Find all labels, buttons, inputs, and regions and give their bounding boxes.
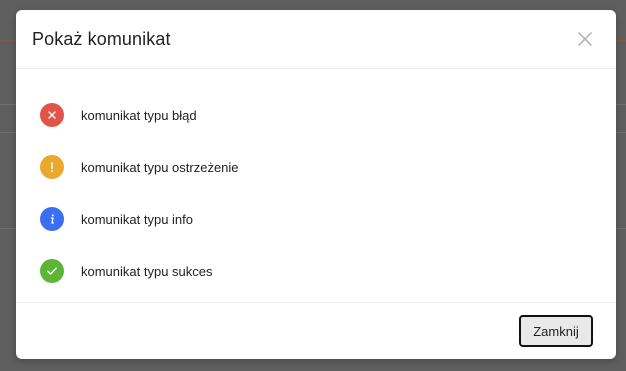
message-item-error[interactable]: komunikat typu błąd — [40, 102, 197, 128]
message-item-warning[interactable]: komunikat typu ostrzeżenie — [40, 154, 239, 180]
show-message-dialog: Pokaż komunikat komunikat typu błąd komu… — [16, 10, 616, 359]
dialog-footer: Zamknij — [16, 302, 616, 359]
warning-exclamation-icon — [40, 155, 64, 179]
close-button[interactable]: Zamknij — [519, 315, 593, 347]
message-label: komunikat typu info — [81, 211, 194, 227]
message-label: komunikat typu ostrzeżenie — [81, 159, 239, 175]
message-label: komunikat typu błąd — [81, 107, 197, 123]
dialog-header: Pokaż komunikat — [16, 10, 616, 69]
error-x-icon — [40, 103, 64, 127]
info-icon — [40, 207, 64, 231]
message-label: komunikat typu sukces — [81, 263, 213, 279]
success-check-icon — [40, 259, 64, 283]
close-icon[interactable] — [574, 28, 596, 50]
dialog-body: komunikat typu błąd komunikat typu ostrz… — [16, 69, 616, 302]
dialog-title: Pokaż komunikat — [32, 29, 171, 49]
message-item-info[interactable]: komunikat typu info — [40, 206, 193, 232]
message-item-success[interactable]: komunikat typu sukces — [40, 258, 213, 284]
